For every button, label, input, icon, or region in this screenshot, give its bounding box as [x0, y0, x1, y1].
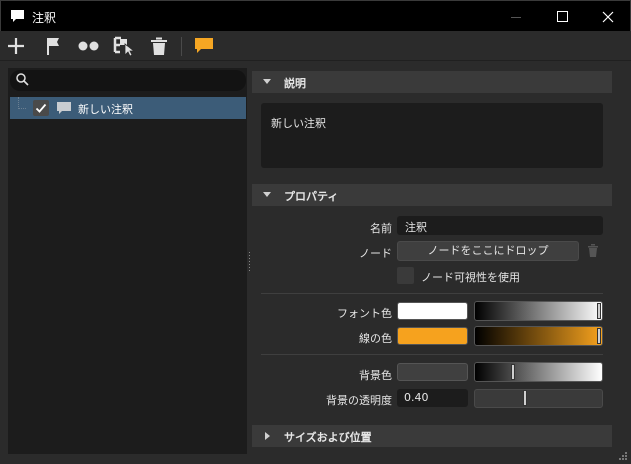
close-icon: [602, 11, 614, 23]
font-color-slider[interactable]: [474, 301, 603, 321]
minimize-icon: [511, 12, 521, 22]
maximize-button[interactable]: [539, 1, 585, 32]
annotation-item-icon: [56, 101, 72, 115]
background-color-label: 背景色: [359, 369, 392, 382]
properties-section-header[interactable]: プロパティ: [252, 184, 612, 206]
background-opacity-slider[interactable]: [474, 389, 603, 408]
name-field[interactable]: 注釈: [397, 216, 603, 235]
description-section-title: 説明: [284, 77, 306, 90]
size-position-section-header[interactable]: サイズおよび位置: [252, 425, 612, 447]
toolbar: [0, 31, 631, 61]
node-drop-button[interactable]: ノードをここにドロップ: [397, 241, 579, 261]
tree-item[interactable]: 新しい注釈: [10, 97, 246, 119]
annotation-comment-icon: [193, 36, 215, 56]
window-title: 注釈: [32, 11, 57, 25]
flag-button[interactable]: [40, 34, 66, 58]
background-opacity-label: 背景の透明度: [326, 394, 392, 407]
add-button[interactable]: [3, 34, 29, 58]
font-color-label: フォント色: [337, 307, 392, 320]
properties-section-title: プロパティ: [284, 190, 339, 203]
resize-grip-icon[interactable]: [617, 450, 628, 461]
font-color-swatch[interactable]: [397, 302, 468, 320]
trash-icon: [151, 37, 167, 56]
dots-icon: [78, 40, 100, 52]
annotation-visibility-button[interactable]: [191, 34, 217, 58]
collapse-arrow-icon: [263, 79, 271, 84]
size-position-section-title: サイズおよび位置: [284, 431, 372, 444]
name-value: 注釈: [405, 221, 427, 234]
expand-arrow-icon: [265, 432, 270, 440]
background-color-slider[interactable]: [474, 362, 603, 382]
select-node-button[interactable]: [111, 34, 137, 58]
dots-button[interactable]: [76, 34, 102, 58]
close-button[interactable]: [585, 1, 631, 32]
toolbar-divider: [181, 37, 182, 56]
annotation-icon: [10, 9, 25, 23]
section-divider: [261, 354, 603, 355]
line-color-slider[interactable]: [474, 326, 603, 346]
minimize-button[interactable]: [493, 1, 539, 32]
font-color-slider-handle[interactable]: [598, 304, 600, 318]
background-opacity-slider-handle[interactable]: [524, 391, 526, 405]
background-opacity-value: 0.40: [404, 391, 429, 404]
line-color-swatch[interactable]: [397, 327, 468, 345]
collapse-arrow-icon: [263, 192, 271, 197]
node-visibility-checkbox[interactable]: [397, 267, 414, 284]
tree-item-checkbox[interactable]: [33, 100, 49, 116]
description-textarea[interactable]: 新しい注釈: [261, 103, 603, 168]
name-label: 名前: [370, 222, 392, 235]
panel-splitter[interactable]: [248, 250, 251, 274]
maximize-icon: [556, 11, 568, 22]
delete-button[interactable]: [146, 34, 172, 58]
tree-connector: [18, 97, 26, 109]
check-icon: [35, 103, 47, 113]
line-color-label: 線の色: [359, 332, 392, 345]
line-color-slider-handle[interactable]: [598, 329, 600, 343]
add-icon: [7, 37, 25, 55]
background-color-swatch[interactable]: [397, 363, 468, 381]
node-clear-button[interactable]: [588, 244, 598, 257]
description-text: 新しい注釈: [271, 117, 326, 130]
tree-item-label: 新しい注釈: [78, 103, 133, 116]
background-color-slider-handle[interactable]: [512, 365, 514, 379]
node-label: ノード: [359, 247, 392, 260]
node-pointer-icon: [113, 36, 135, 56]
flag-icon: [44, 36, 62, 56]
search-input[interactable]: [32, 72, 237, 89]
annotation-tree-panel: [8, 68, 247, 454]
title-bar: 注釈: [0, 0, 631, 31]
search-box[interactable]: [10, 70, 246, 91]
section-divider: [261, 293, 603, 294]
trash-icon: [588, 244, 598, 257]
node-visibility-label: ノード可視性を使用: [421, 271, 520, 284]
background-opacity-input[interactable]: 0.40: [397, 389, 468, 407]
description-section-header[interactable]: 説明: [252, 71, 612, 93]
search-icon: [16, 73, 29, 86]
